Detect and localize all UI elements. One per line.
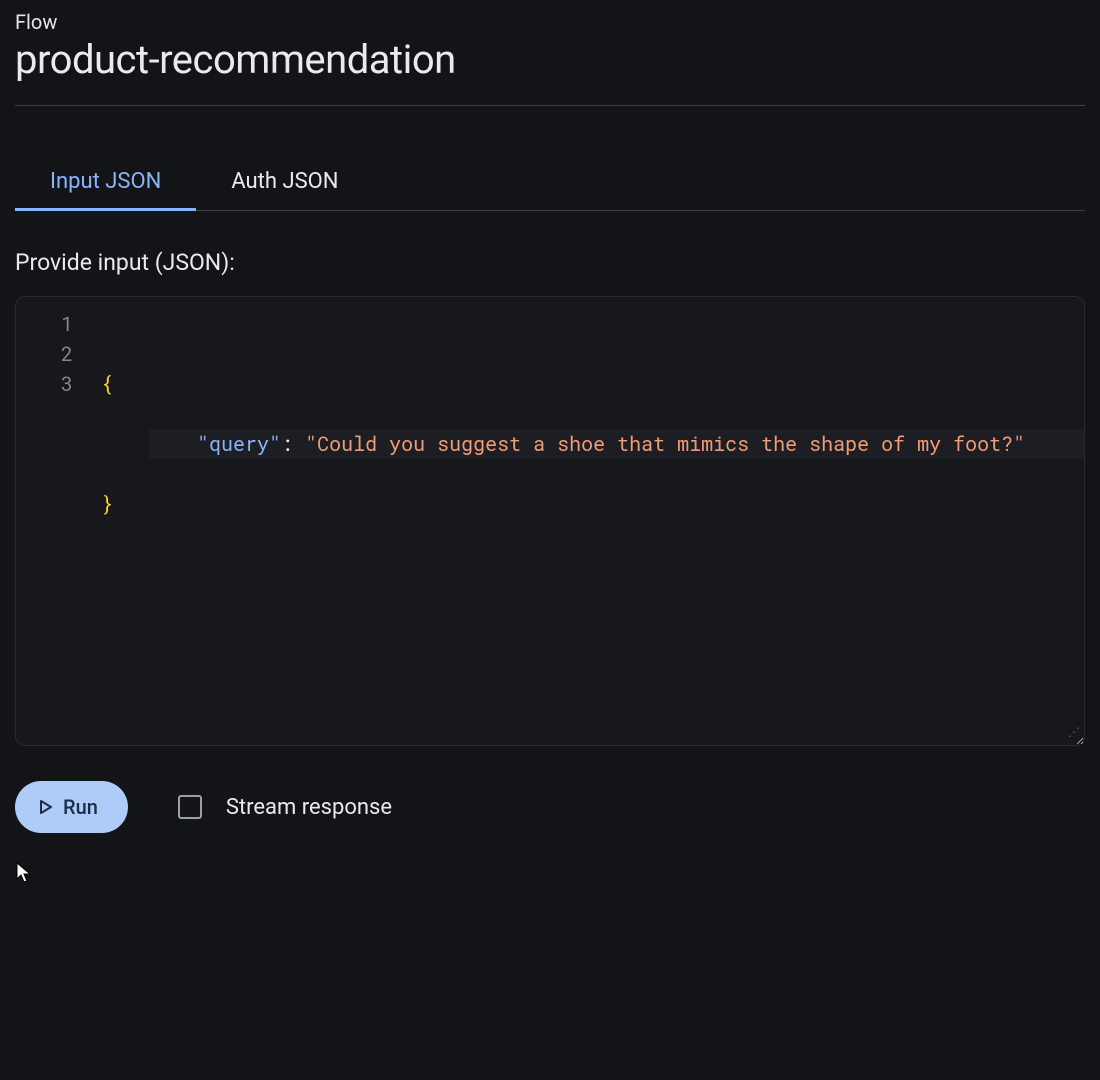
run-button[interactable]: Run (15, 781, 128, 833)
tab-bar: Input JSON Auth JSON (15, 154, 1085, 211)
line-number: 2 (16, 339, 73, 369)
code-string: "Could you suggest a shoe that mimics th… (305, 431, 1025, 457)
run-button-label: Run (63, 795, 98, 819)
resize-handle-icon[interactable]: ⋰ (1068, 729, 1080, 741)
line-number: 1 (16, 309, 73, 339)
tab-input-json[interactable]: Input JSON (15, 155, 196, 211)
json-code-editor[interactable]: 1 2 3 { "query": "Could you suggest a sh… (15, 296, 1085, 746)
header-label: Flow (15, 10, 1085, 34)
stream-response-toggle[interactable]: Stream response (178, 795, 392, 820)
code-key: "query" (197, 431, 281, 457)
line-number-gutter: 1 2 3 (16, 309, 101, 733)
code-brace-close: } (101, 491, 113, 517)
code-content[interactable]: { "query": "Could you suggest a shoe tha… (101, 309, 1084, 733)
code-brace-open: { (101, 371, 113, 397)
code-colon: : (281, 431, 305, 457)
header-divider (15, 105, 1085, 106)
stream-checkbox-label: Stream response (226, 795, 392, 820)
cursor-icon (16, 862, 34, 884)
controls-row: Run Stream response (15, 781, 1085, 833)
tab-auth-json[interactable]: Auth JSON (196, 155, 373, 211)
line-number: 3 (16, 369, 73, 399)
stream-checkbox[interactable] (178, 795, 202, 819)
input-label: Provide input (JSON): (15, 249, 1085, 276)
play-icon (39, 800, 53, 814)
page-title: product-recommendation (15, 36, 1085, 83)
